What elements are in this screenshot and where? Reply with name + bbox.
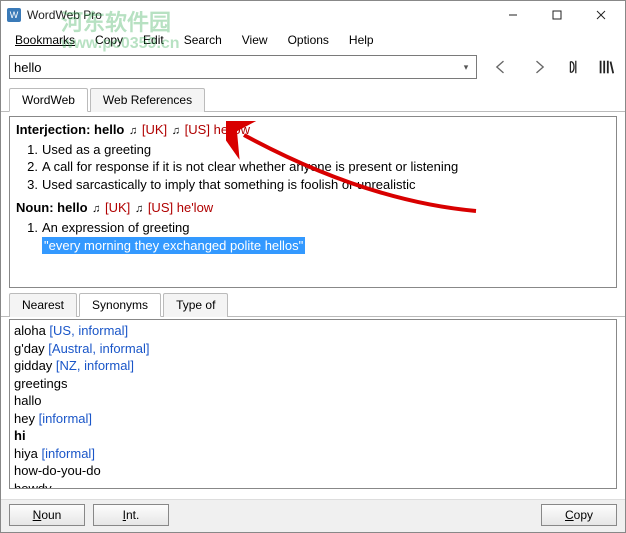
audio-icon[interactable]: ♫ (135, 203, 143, 215)
menu-search[interactable]: Search (174, 31, 232, 49)
sense-row: 3.Used sarcastically to imply that somet… (20, 176, 610, 194)
synonym-item[interactable]: how-do-you-do (14, 462, 612, 480)
synonym-item[interactable]: hiya [informal] (14, 445, 612, 463)
menu-bar: Bookmarks Copy Edit Search View Options … (1, 29, 625, 51)
titlebar: W WordWeb Pro (1, 1, 625, 29)
nav-forward-button[interactable] (525, 56, 553, 78)
int-button[interactable]: Int. (93, 504, 169, 526)
pos-label: Noun: hello (16, 200, 88, 215)
synonym-item[interactable]: hi (14, 427, 612, 445)
sense-row: 1.An expression of greeting (20, 219, 610, 237)
synonym-item[interactable]: howdy (14, 480, 612, 489)
maximize-button[interactable] (535, 1, 579, 29)
search-dropdown-icon[interactable]: ▾ (457, 57, 475, 77)
copy-button[interactable]: Copy (541, 504, 617, 526)
tab-nearest[interactable]: Nearest (9, 293, 77, 317)
close-button[interactable] (579, 1, 623, 29)
pronunciation: he'low (177, 200, 213, 215)
synonym-item[interactable]: g'day [Austral, informal] (14, 340, 612, 358)
pos-label: Interjection: hello (16, 122, 124, 137)
lower-tabs: Nearest Synonyms Type of (1, 292, 625, 317)
audio-icon[interactable]: ♫ (172, 125, 180, 137)
synonym-item[interactable]: aloha [US, informal] (14, 322, 612, 340)
region-uk: [UK] (105, 200, 130, 215)
menu-bookmarks[interactable]: Bookmarks (5, 31, 85, 49)
sense-row: 1.Used as a greeting (20, 141, 610, 159)
synonym-item[interactable]: hey [informal] (14, 410, 612, 428)
main-tabs: WordWeb Web References (1, 87, 625, 112)
menu-copy[interactable]: Copy (85, 31, 133, 49)
app-icon: W (7, 8, 21, 22)
audio-icon[interactable]: ♫ (92, 203, 100, 215)
audio-icon[interactable]: ♫ (129, 125, 137, 137)
menu-edit[interactable]: Edit (133, 31, 174, 49)
tab-wordweb[interactable]: WordWeb (9, 88, 88, 112)
definition-panel: Interjection: hello ♫ [UK] ♫ [US] he'low… (9, 116, 617, 288)
search-input[interactable] (9, 55, 477, 79)
pronunciation: he'low (214, 122, 250, 137)
toolbar: ▾ (1, 51, 625, 85)
synonyms-panel[interactable]: aloha [US, informal]g'day [Austral, info… (9, 319, 617, 489)
synonym-item[interactable]: greetings (14, 375, 612, 393)
noun-button[interactable]: Noun (9, 504, 85, 526)
region-us: [US] (148, 200, 173, 215)
audio-icon[interactable] (563, 58, 585, 76)
synonym-item[interactable]: hallo (14, 392, 612, 410)
nav-back-button[interactable] (487, 56, 515, 78)
library-icon[interactable] (595, 58, 617, 76)
minimize-button[interactable] (491, 1, 535, 29)
synonym-item[interactable]: gidday [NZ, informal] (14, 357, 612, 375)
menu-view[interactable]: View (232, 31, 278, 49)
menu-options[interactable]: Options (278, 31, 339, 49)
tab-synonyms[interactable]: Synonyms (79, 293, 161, 317)
definition-section-noun: Noun: hello ♫ [UK] ♫ [US] he'low 1.An ex… (16, 199, 610, 254)
sense-example: "every morning they exchanged polite hel… (20, 237, 610, 255)
region-us: [US] (185, 122, 210, 137)
sense-row: 2.A call for response if it is not clear… (20, 158, 610, 176)
tab-webreferences[interactable]: Web References (90, 88, 205, 112)
bottom-bar: Noun Int. Copy (1, 499, 625, 532)
region-uk: [UK] (142, 122, 167, 137)
menu-help[interactable]: Help (339, 31, 384, 49)
definition-section-interjection: Interjection: hello ♫ [UK] ♫ [US] he'low… (16, 121, 610, 193)
tab-typeof[interactable]: Type of (163, 293, 228, 317)
window-title: WordWeb Pro (27, 8, 491, 22)
